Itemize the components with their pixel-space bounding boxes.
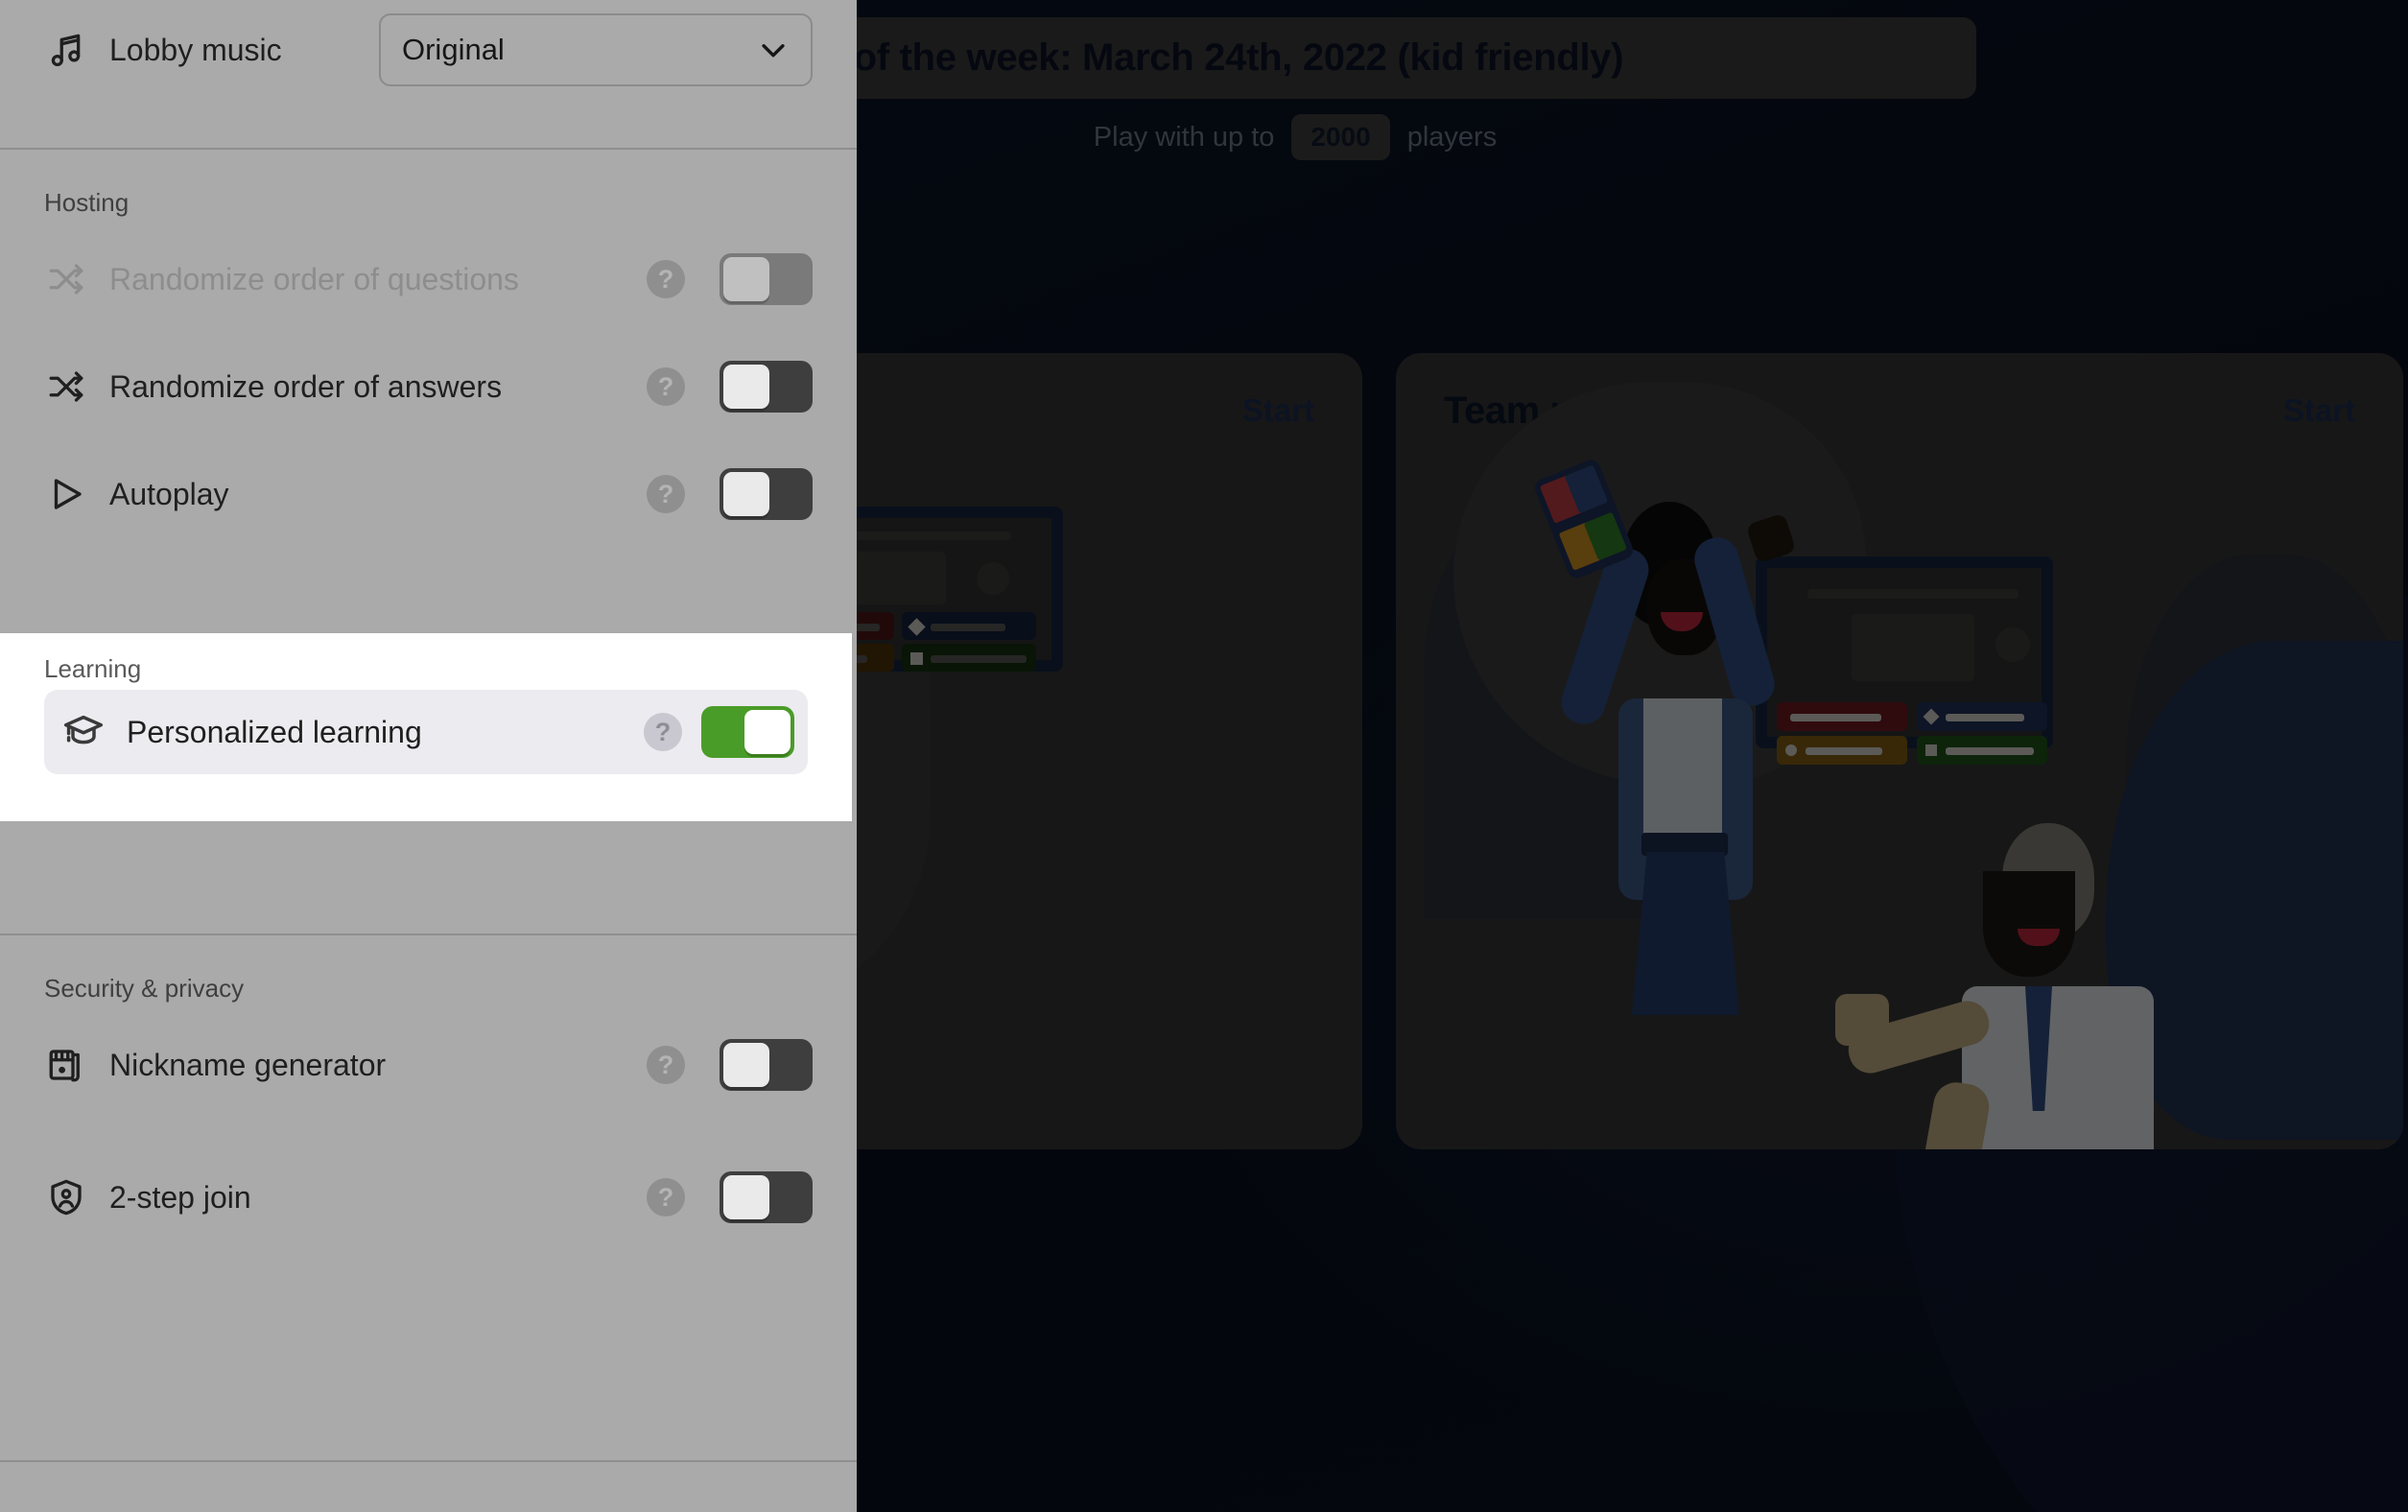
help-icon-personalized-learning[interactable]: ? [644,713,682,751]
shield-person-icon [44,1175,88,1219]
section-label-security-privacy: Security & privacy [44,974,245,1003]
chevron-down-icon [757,34,790,66]
settings-saved-note: Your settings will be saved for next tim… [0,1462,857,1512]
help-icon-randomize-questions[interactable]: ? [647,260,685,298]
help-icon-autoplay[interactable]: ? [647,475,685,513]
help-icon-nickname-generator[interactable]: ? [647,1046,685,1084]
help-icon-2-step-join[interactable]: ? [647,1178,685,1217]
toggle-randomize-answers[interactable] [720,361,813,413]
shuffle-icon [44,257,88,301]
setting-row-personalized-learning[interactable]: Personalized learning ? [44,690,808,774]
autoplay-label: Autoplay [109,476,229,511]
2-step-join-label: 2-step join [109,1179,251,1215]
setting-row-lobby-music[interactable]: Lobby music Original [0,0,857,100]
section-label-learning: Learning [44,654,142,683]
toggle-autoplay[interactable] [720,468,813,520]
nickname-generator-icon [44,1043,88,1087]
graduation-cap-icon [61,710,106,754]
screen-root: Good news of the week: March 24th, 2022 … [0,0,2408,1512]
setting-row-randomize-questions[interactable]: Randomize order of questions ? [0,225,857,333]
randomize-questions-label: Randomize order of questions [109,261,519,296]
shuffle-icon [44,365,88,409]
personalized-learning-label: Personalized learning [127,714,422,749]
nickname-generator-label: Nickname generator [109,1047,387,1082]
lobby-music-label: Lobby music [109,32,282,67]
randomize-answers-label: Randomize order of answers [109,368,503,404]
lobby-music-select[interactable]: Original [379,13,813,86]
setting-row-2-step-join[interactable]: 2-step join ? [0,1144,857,1251]
section-label-hosting: Hosting [44,188,130,217]
toggle-nickname-generator[interactable] [720,1039,813,1091]
setting-row-randomize-answers[interactable]: Randomize order of answers ? [0,333,857,440]
setting-row-autoplay[interactable]: Autoplay ? [0,440,857,548]
learning-section-highlight: Learning Personalized learning ? [0,633,852,821]
play-icon [44,472,88,516]
toggle-personalized-learning[interactable] [701,706,794,758]
setting-row-nickname-generator[interactable]: Nickname generator ? [0,1011,857,1119]
lobby-music-selected-value: Original [402,33,505,66]
toggle-2-step-join[interactable] [720,1171,813,1223]
music-note-icon [44,28,88,72]
toggle-randomize-questions[interactable] [720,253,813,305]
help-icon-randomize-answers[interactable]: ? [647,367,685,406]
